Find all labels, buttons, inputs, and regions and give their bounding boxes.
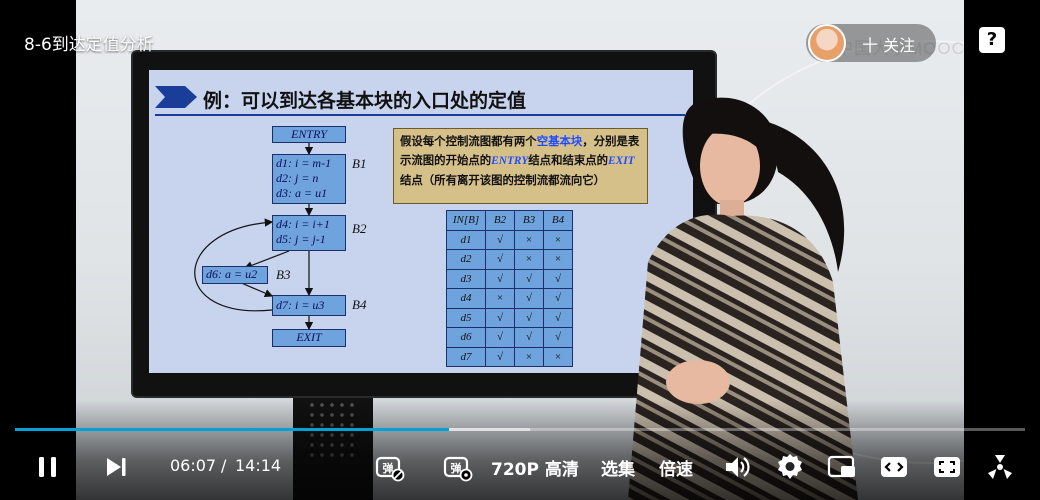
note-text: 结点和结束点的 [528, 153, 609, 167]
danmaku-settings-icon[interactable]: 弹 [443, 452, 473, 482]
table-cell: √ [543, 307, 573, 328]
b1-line: d1: i = m-1 [276, 156, 332, 170]
table-cell: √ [485, 327, 515, 348]
pause-icon[interactable] [36, 455, 60, 479]
uploader-avatar[interactable] [808, 24, 846, 62]
note-highlight: 空基本块 [536, 134, 583, 148]
table-header-cell: B2 [485, 210, 515, 231]
table-cell: √ [485, 307, 515, 328]
block-label-b4: B4 [352, 297, 367, 312]
flowchart-block-b2: d4: i = i+1 d5: j = j-1 [272, 215, 346, 251]
flowchart-block-b1: d1: i = m-1 d2: j = n d3: a = u1 [272, 154, 346, 204]
danmaku-toggle-icon[interactable]: 弹 [375, 452, 405, 482]
table-cell: √ [485, 249, 515, 270]
slide-note: 假设每个控制流图都有两个空基本块，分别是表示流图的开始点的ENTRY结点和结束点… [393, 128, 648, 204]
table-cell: × [514, 346, 544, 367]
table-cell: √ [485, 268, 515, 289]
current-time: 06:07 [170, 456, 217, 475]
lecture-slide: 例：可以到达各基本块的入口处的定值 ENTRY d1: i = m-1 d2: … [149, 70, 693, 373]
block-label-b1: B1 [352, 156, 367, 171]
time-separator: / [221, 456, 227, 475]
table-cell: × [543, 346, 573, 367]
b2-line: d4: i = i+1 [276, 217, 330, 231]
table-cell: √ [543, 288, 573, 309]
table-row: d7 √ × × [446, 346, 573, 367]
flowchart-edges [194, 143, 314, 331]
table-row-header: d5 [446, 307, 486, 328]
table-cell: × [543, 249, 573, 270]
table-row: d2 √ × × [446, 249, 573, 270]
widescreen-icon[interactable] [879, 454, 909, 480]
table-row-header: d7 [446, 346, 486, 367]
table-cell: √ [543, 327, 573, 348]
table-row-header: d4 [446, 288, 486, 309]
table-row: d5 √ √ √ [446, 307, 573, 328]
flowchart-block-b3: d6: a = u2 [202, 266, 268, 284]
flowchart-block-b4: d7: i = u3 [272, 295, 346, 316]
b1-line: d2: j = n [276, 171, 319, 185]
follow-label: 十 关注 [862, 36, 916, 55]
progress-played [15, 428, 449, 431]
table-cell: √ [485, 346, 515, 367]
table-cell: × [485, 288, 515, 309]
note-text: 假设每个控制流图都有两个 [400, 134, 537, 148]
settings-gear-icon[interactable] [775, 452, 805, 482]
b3-line: d6: a = u2 [206, 267, 258, 281]
fullscreen-icon[interactable] [932, 454, 962, 480]
quality-button[interactable]: 720P 高清 [491, 455, 579, 480]
table-row-header: d2 [446, 249, 486, 270]
follow-button[interactable]: 十 关注 [806, 24, 936, 62]
special-effect-icon[interactable] [985, 452, 1015, 482]
note-entry-term: ENTRY [491, 155, 529, 167]
table-cell: √ [485, 229, 515, 250]
table-row-header: d3 [446, 268, 486, 289]
volume-icon[interactable] [723, 454, 751, 480]
speed-button[interactable]: 倍速 [659, 455, 693, 480]
block-label-b2: B2 [352, 221, 367, 236]
table-cell: × [543, 229, 573, 250]
svg-text:弹: 弹 [451, 461, 462, 475]
table-row-header: d6 [446, 327, 486, 348]
table-header-cell: B3 [514, 210, 544, 231]
table-row: d1 √ × × [446, 229, 573, 250]
controls-overlay [0, 400, 1040, 500]
flowchart-exit-node: EXIT [272, 329, 346, 347]
table-row: d6 √ √ √ [446, 327, 573, 348]
table-cell: √ [543, 268, 573, 289]
table-row: d3 √ √ √ [446, 268, 573, 289]
episodes-button[interactable]: 选集 [601, 455, 635, 480]
table-header-row: IN[B] B2 B3 B4 [446, 210, 573, 231]
b4-line: d7: i = u3 [276, 298, 325, 312]
table-header-cell: B4 [543, 210, 573, 231]
video-player[interactable]: 例：可以到达各基本块的入口处的定值 ENTRY d1: i = m-1 d2: … [0, 0, 1040, 500]
picture-in-picture-icon[interactable] [827, 454, 857, 480]
table-cell: × [514, 249, 544, 270]
b2-line: d5: j = j-1 [276, 232, 326, 246]
flowchart-entry-node: ENTRY [272, 126, 346, 143]
next-icon[interactable] [105, 456, 127, 478]
video-title: 8-6到达定值分析 [24, 35, 154, 55]
table-cell: × [514, 229, 544, 250]
table-cell: √ [514, 288, 544, 309]
table-row-header: d1 [446, 229, 486, 250]
table-cell: √ [514, 307, 544, 328]
table-header-cell: IN[B] [446, 210, 486, 231]
b1-line: d3: a = u1 [276, 186, 328, 200]
table-cell: √ [514, 268, 544, 289]
block-label-b3: B3 [276, 267, 291, 282]
note-text: 结点（所有离开该图的控制流都流向它） [400, 173, 606, 187]
svg-text:弹: 弹 [383, 461, 394, 475]
in-b-table: IN[B] B2 B3 B4 d1 √ × × d2 √ × × d3 √ √ √ d4 × √ √ d… [446, 210, 573, 367]
progress-bar[interactable] [15, 428, 1025, 431]
duration: 14:14 [235, 456, 282, 475]
table-cell: √ [514, 327, 544, 348]
table-row: d4 × √ √ [446, 288, 573, 309]
help-icon[interactable]: ? [979, 27, 1005, 53]
